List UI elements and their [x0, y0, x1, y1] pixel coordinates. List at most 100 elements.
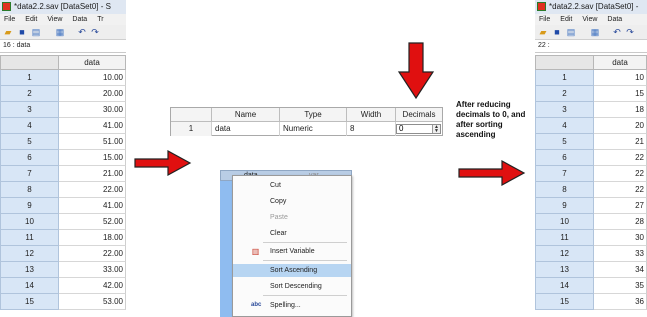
table-row[interactable]: 10 28 [535, 214, 647, 230]
table-row[interactable]: 5 51.00 [0, 134, 126, 150]
data-cell[interactable]: 20.00 [59, 86, 126, 102]
row-number[interactable]: 8 [535, 182, 594, 198]
menu-edit[interactable]: Edit [560, 16, 572, 23]
data-cell[interactable]: 51.00 [59, 134, 126, 150]
menu-item-paste[interactable]: Paste [233, 211, 351, 224]
row-number[interactable]: 2 [535, 86, 594, 102]
table-row[interactable]: 8 22.00 [0, 182, 126, 198]
data-cell[interactable]: 27 [594, 198, 647, 214]
variable-width-cell[interactable]: 8 [347, 122, 396, 136]
spin-down-icon[interactable]: ▼ [434, 128, 439, 134]
row-number[interactable]: 14 [0, 278, 59, 294]
variable-name-cell[interactable]: data [212, 122, 280, 136]
right-cell-reference[interactable]: 22 : [535, 40, 647, 53]
data-cell[interactable]: 28 [594, 214, 647, 230]
menu-edit[interactable]: Edit [25, 16, 37, 23]
data-cell[interactable]: 10.00 [59, 70, 126, 86]
menu-view[interactable]: View [47, 16, 62, 23]
menu-item-clear[interactable]: Clear [233, 227, 351, 240]
menu-file[interactable]: File [539, 16, 550, 23]
row-number[interactable]: 5 [0, 134, 59, 150]
menu-item-sort-ascending[interactable]: Sort Ascending [233, 264, 351, 277]
table-row[interactable]: 15 53.00 [0, 294, 126, 310]
data-cell[interactable]: 18.00 [59, 230, 126, 246]
header-type[interactable]: Type [280, 108, 347, 122]
data-cell[interactable]: 36 [594, 294, 647, 310]
data-cell[interactable]: 35 [594, 278, 647, 294]
column-header-data[interactable]: data [59, 55, 126, 70]
data-editor-icon[interactable]: ▦ [55, 27, 65, 37]
table-row[interactable]: 3 18 [535, 102, 647, 118]
row-number[interactable]: 1 [0, 70, 59, 86]
data-cell[interactable]: 41.00 [59, 198, 126, 214]
left-cell-reference[interactable]: 16 : data [0, 40, 126, 53]
row-number[interactable]: 7 [535, 166, 594, 182]
save-icon[interactable]: ■ [552, 27, 562, 37]
row-number[interactable]: 8 [0, 182, 59, 198]
table-row[interactable]: 14 35 [535, 278, 647, 294]
table-row[interactable]: 1 10 [535, 70, 647, 86]
save-icon[interactable]: ■ [17, 27, 27, 37]
data-cell[interactable]: 42.00 [59, 278, 126, 294]
row-number[interactable]: 13 [535, 262, 594, 278]
row-number[interactable]: 11 [535, 230, 594, 246]
data-cell[interactable]: 41.00 [59, 118, 126, 134]
table-row[interactable]: 9 27 [535, 198, 647, 214]
row-number[interactable]: 13 [0, 262, 59, 278]
data-cell[interactable]: 22 [594, 150, 647, 166]
data-cell[interactable]: 10 [594, 70, 647, 86]
open-folder-icon[interactable]: ▰ [538, 27, 548, 37]
table-row[interactable]: 2 15 [535, 86, 647, 102]
undo-icon[interactable]: ↶ [77, 27, 87, 37]
row-number[interactable]: 6 [0, 150, 59, 166]
table-row[interactable]: 7 22 [535, 166, 647, 182]
data-cell[interactable]: 15 [594, 86, 647, 102]
row-number[interactable]: 3 [535, 102, 594, 118]
menu-file[interactable]: File [4, 16, 15, 23]
row-number[interactable]: 1 [535, 70, 594, 86]
decimals-spin-buttons[interactable]: ▲ ▼ [432, 125, 440, 134]
table-row[interactable]: 15 36 [535, 294, 647, 310]
row-number[interactable]: 10 [0, 214, 59, 230]
decimals-spinner[interactable]: 0 ▲ ▼ [396, 124, 441, 134]
row-number[interactable]: 7 [0, 166, 59, 182]
data-cell[interactable]: 20 [594, 118, 647, 134]
table-row[interactable]: 8 22 [535, 182, 647, 198]
variable-type-cell[interactable]: Numeric [280, 122, 347, 136]
menu-view[interactable]: View [582, 16, 597, 23]
data-cell[interactable]: 22 [594, 166, 647, 182]
menu-transform[interactable]: Tr [97, 16, 103, 23]
data-cell[interactable]: 15.00 [59, 150, 126, 166]
table-row[interactable]: 12 33 [535, 246, 647, 262]
row-number[interactable]: 5 [535, 134, 594, 150]
header-name[interactable]: Name [212, 108, 280, 122]
data-cell[interactable]: 53.00 [59, 294, 126, 310]
data-cell[interactable]: 30.00 [59, 102, 126, 118]
row-number[interactable]: 10 [535, 214, 594, 230]
menu-item-cut[interactable]: Cut [233, 179, 351, 192]
header-decimals[interactable]: Decimals [396, 108, 442, 122]
row-number[interactable]: 9 [0, 198, 59, 214]
menu-item-sort-descending[interactable]: Sort Descending [233, 280, 351, 293]
row-number[interactable]: 9 [535, 198, 594, 214]
table-row[interactable]: 7 21.00 [0, 166, 126, 182]
data-cell[interactable]: 30 [594, 230, 647, 246]
table-row[interactable]: 6 22 [535, 150, 647, 166]
table-row[interactable]: 5 21 [535, 134, 647, 150]
menu-item-spelling[interactable]: abc Spelling... [233, 299, 351, 312]
data-editor-icon[interactable]: ▦ [590, 27, 600, 37]
table-row[interactable]: 10 52.00 [0, 214, 126, 230]
row-number[interactable]: 2 [0, 86, 59, 102]
table-row[interactable]: 13 33.00 [0, 262, 126, 278]
table-row[interactable]: 4 20 [535, 118, 647, 134]
data-cell[interactable]: 52.00 [59, 214, 126, 230]
table-row[interactable]: 11 30 [535, 230, 647, 246]
row-number[interactable]: 15 [535, 294, 594, 310]
table-row[interactable]: 3 30.00 [0, 102, 126, 118]
menu-data[interactable]: Data [72, 16, 87, 23]
table-row[interactable]: 9 41.00 [0, 198, 126, 214]
table-row[interactable]: 13 34 [535, 262, 647, 278]
row-number[interactable]: 3 [0, 102, 59, 118]
table-row[interactable]: 4 41.00 [0, 118, 126, 134]
row-number[interactable]: 4 [0, 118, 59, 134]
